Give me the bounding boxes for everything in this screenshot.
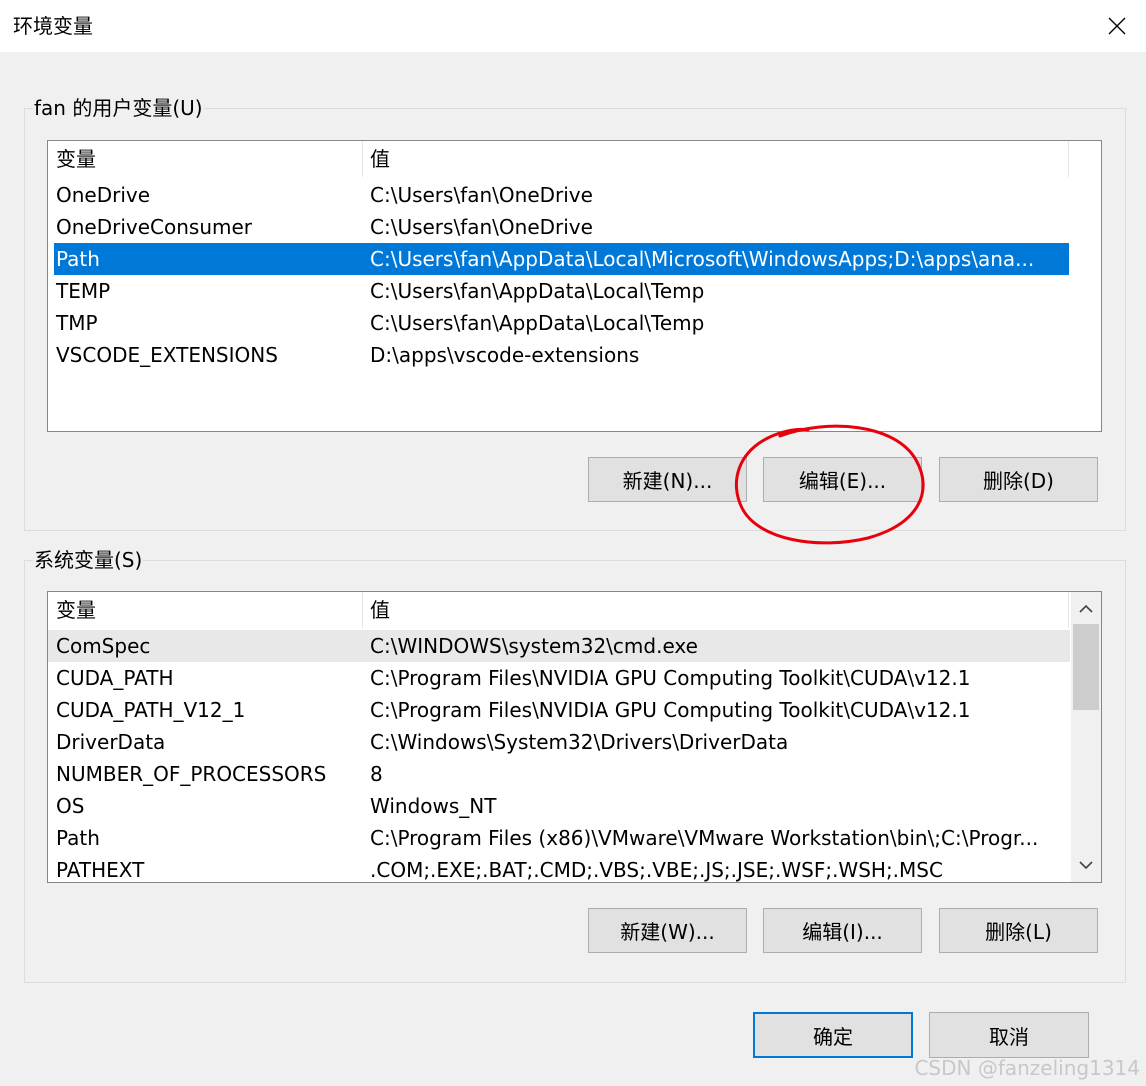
- title-bar: 环境变量: [0, 0, 1146, 52]
- table-row[interactable]: VSCODE_EXTENSIONS D:\apps\vscode-extensi…: [54, 339, 1069, 371]
- table-row[interactable]: TMP C:\Users\fan\AppData\Local\Temp: [54, 307, 1069, 339]
- column-header-variable[interactable]: 变量: [56, 592, 96, 628]
- table-row[interactable]: CUDA_PATH C:\Program Files\NVIDIA GPU Co…: [48, 662, 1070, 694]
- vertical-scrollbar[interactable]: [1071, 592, 1101, 882]
- system-vars-list[interactable]: 变量 值 ComSpec C:\WINDOWS\system32\cmd.exe…: [47, 591, 1102, 883]
- table-row[interactable]: OneDrive C:\Users\fan\OneDrive: [54, 179, 1069, 211]
- system-new-button[interactable]: 新建(W)...: [588, 908, 747, 953]
- system-vars-label: 系统变量(S): [33, 546, 144, 574]
- chevron-up-icon: [1079, 604, 1093, 613]
- ok-button[interactable]: 确定: [753, 1012, 913, 1058]
- scroll-up-button[interactable]: [1071, 594, 1101, 624]
- user-new-button[interactable]: 新建(N)...: [588, 457, 747, 502]
- scroll-down-button[interactable]: [1071, 850, 1101, 880]
- cancel-button[interactable]: 取消: [929, 1012, 1089, 1058]
- table-row[interactable]: NUMBER_OF_PROCESSORS 8: [48, 758, 1070, 790]
- user-delete-button[interactable]: 删除(D): [939, 457, 1098, 502]
- table-row[interactable]: OS Windows_NT: [48, 790, 1070, 822]
- system-delete-button[interactable]: 删除(L): [939, 908, 1098, 953]
- table-row[interactable]: Path C:\Program Files (x86)\VMware\VMwar…: [48, 822, 1070, 854]
- list-header: 变量 值: [48, 141, 1101, 177]
- window-title: 环境变量: [13, 14, 93, 38]
- table-row[interactable]: TEMP C:\Users\fan\AppData\Local\Temp: [54, 275, 1069, 307]
- watermark: CSDN @fanzeling1314: [914, 1056, 1140, 1080]
- column-header-value[interactable]: 值: [370, 141, 390, 177]
- table-row[interactable]: ComSpec C:\WINDOWS\system32\cmd.exe: [48, 630, 1070, 662]
- user-edit-button[interactable]: 编辑(E)...: [763, 457, 922, 502]
- list-header: 变量 值: [48, 592, 1101, 628]
- user-vars-list[interactable]: 变量 值 OneDrive C:\Users\fan\OneDrive OneD…: [47, 140, 1102, 432]
- table-row[interactable]: DriverData C:\Windows\System32\Drivers\D…: [48, 726, 1070, 758]
- system-edit-button[interactable]: 编辑(I)...: [763, 908, 922, 953]
- close-icon: [1108, 17, 1126, 35]
- scrollbar-thumb[interactable]: [1073, 624, 1099, 710]
- table-row[interactable]: PATHEXT .COM;.EXE;.BAT;.CMD;.VBS;.VBE;.J…: [48, 854, 1070, 882]
- column-header-value[interactable]: 值: [370, 592, 390, 628]
- chevron-down-icon: [1079, 861, 1093, 870]
- table-row[interactable]: OneDriveConsumer C:\Users\fan\OneDrive: [54, 211, 1069, 243]
- table-row-selected[interactable]: Path C:\Users\fan\AppData\Local\Microsof…: [54, 243, 1069, 275]
- close-button[interactable]: [1088, 0, 1146, 52]
- user-vars-label: fan 的用户变量(U): [33, 94, 204, 122]
- table-row[interactable]: CUDA_PATH_V12_1 C:\Program Files\NVIDIA …: [48, 694, 1070, 726]
- column-header-variable[interactable]: 变量: [56, 141, 96, 177]
